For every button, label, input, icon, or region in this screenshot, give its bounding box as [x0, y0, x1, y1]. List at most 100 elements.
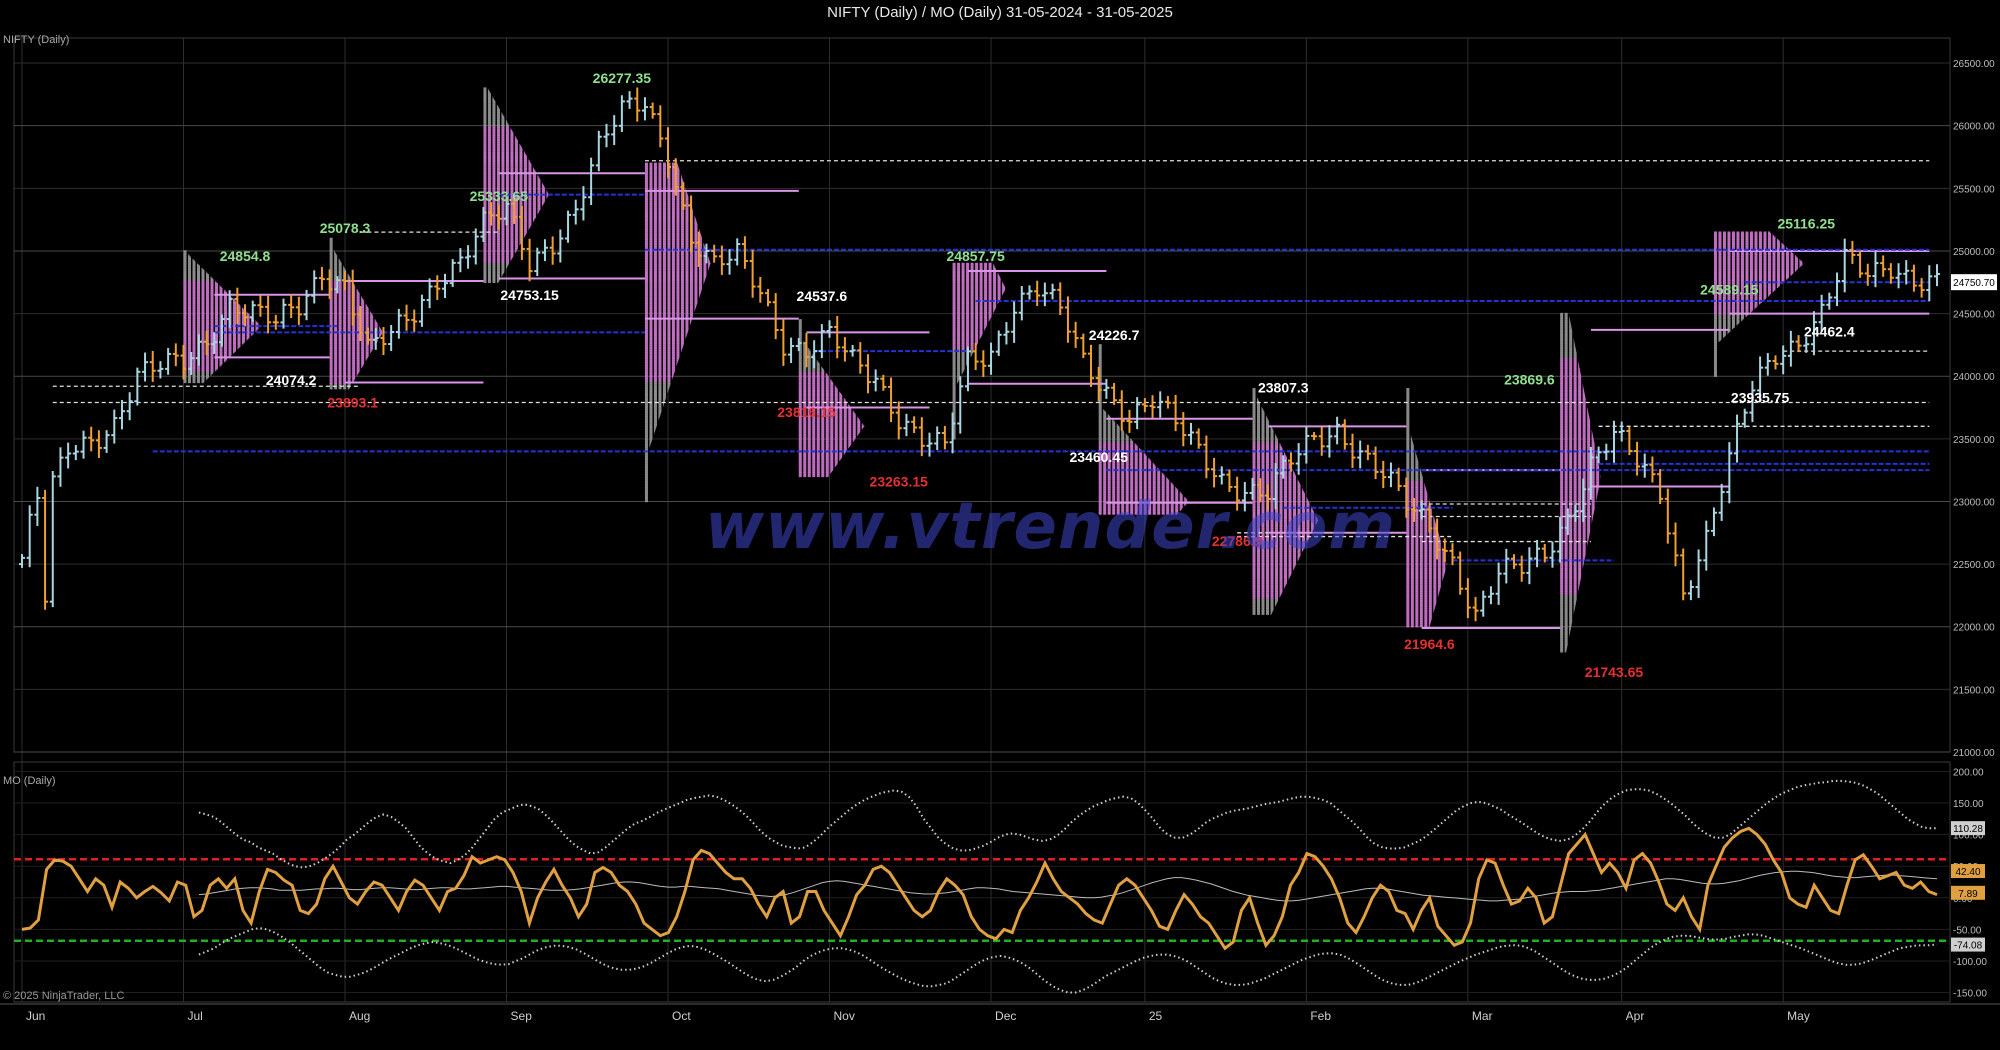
ohlc-bar [195, 334, 202, 366]
osc-value-label: 110.28 [1953, 824, 1983, 835]
ohlc-bar [1457, 551, 1464, 595]
ohlc-bar [80, 430, 87, 459]
ohlc-bar [441, 273, 448, 299]
y-tick-label: 22500.00 [1953, 560, 1995, 571]
ohlc-bar [172, 343, 179, 367]
ohlc-bar [1857, 250, 1864, 278]
ohlc-bar [1334, 416, 1341, 445]
ohlc-bar [1180, 412, 1187, 447]
price-annotation: 24537.6 [797, 288, 848, 304]
ohlc-bar [1226, 469, 1233, 493]
ohlc-bar [611, 115, 618, 146]
ohlc-bar [941, 425, 948, 450]
ohlc-bar [1049, 283, 1056, 300]
ohlc-bar [318, 266, 325, 291]
ohlc-bar [726, 249, 733, 275]
ohlc-bar [1341, 419, 1348, 450]
ohlc-bar [1511, 554, 1518, 569]
ohlc-bar [1003, 322, 1010, 345]
ohlc-bar [495, 204, 502, 230]
osc-lower-band [198, 927, 1938, 994]
ohlc-bar [811, 340, 818, 369]
ohlc-bar [741, 236, 748, 269]
ohlc-bar [1672, 522, 1679, 567]
osc-upper-band [198, 779, 1937, 869]
x-tick-label: Oct [672, 1009, 691, 1023]
ohlc-bar [465, 245, 472, 269]
ohlc-bar [411, 309, 418, 332]
ohlc-bar [1487, 586, 1494, 605]
price-annotation: 24462.4 [1804, 323, 1855, 339]
y-tick-label: 23000.00 [1953, 497, 1995, 508]
x-tick-label: Nov [834, 1009, 855, 1023]
ohlc-bar [757, 276, 764, 303]
ohlc-bar [1064, 296, 1071, 343]
ohlc-bar [641, 97, 648, 121]
y-tick-label: 26000.00 [1953, 122, 1995, 133]
ohlc-bar [618, 95, 625, 133]
ohlc-bar [1211, 457, 1218, 488]
ohlc-bar [95, 430, 102, 459]
ohlc-bar [311, 270, 318, 304]
ohlc-bar [1918, 278, 1925, 298]
ohlc-bar [418, 294, 425, 327]
price-annotation: 23816.15 [777, 404, 836, 420]
ohlc-bar [572, 199, 579, 225]
ohlc-bar [1395, 467, 1402, 491]
ohlc-bar [65, 442, 72, 469]
ohlc-bar [342, 271, 349, 291]
last-price-label: 24750.70 [1953, 278, 1995, 289]
ohlc-bar [1534, 540, 1541, 568]
ohlc-bar [565, 210, 572, 243]
x-tick-label: Jun [26, 1009, 45, 1023]
watermark: www.vtrender.com [705, 490, 1396, 564]
price-annotation: 24857.75 [946, 248, 1005, 264]
ohlc-bar [1172, 394, 1179, 432]
ohlc-bar [42, 489, 49, 610]
ohlc-bar [634, 87, 641, 122]
ohlc-bar [1111, 383, 1118, 405]
x-tick-label: Jul [188, 1009, 203, 1023]
ohlc-bar [864, 354, 871, 394]
ohlc-bar [1357, 440, 1364, 469]
ohlc-bar [1026, 285, 1033, 300]
ohlc-bar [872, 369, 879, 392]
ohlc-bar [1903, 260, 1910, 285]
x-tick-label: May [1787, 1009, 1810, 1023]
ohlc-bar [388, 325, 395, 352]
ohlc-bar [1480, 590, 1487, 617]
ohlc-bar [1157, 391, 1164, 418]
price-annotation: 21964.6 [1404, 636, 1455, 652]
ohlc-bar [1664, 488, 1671, 544]
ohlc-bar [772, 293, 779, 340]
ohlc-bar [849, 344, 856, 357]
price-annotation: 24589.15 [1700, 281, 1759, 297]
osc-tick-label: 200.00 [1953, 767, 1984, 778]
ohlc-bar [1787, 330, 1794, 367]
ohlc-bar [103, 430, 110, 453]
ohlc-bar [295, 296, 302, 325]
ohlc-bar [1741, 408, 1748, 428]
ohlc-bar [26, 505, 33, 568]
y-tick-label: 22000.00 [1953, 623, 1995, 634]
y-tick-label: 25500.00 [1953, 184, 1995, 195]
ohlc-bar [49, 470, 56, 608]
ohlc-bar [288, 294, 295, 319]
ohlc-bar [988, 342, 995, 375]
price-annotation: 23807.3 [1258, 379, 1309, 395]
ohlc-bar [649, 102, 656, 119]
ohlc-bar [1526, 547, 1533, 585]
ohlc-bar [1126, 409, 1133, 433]
y-tick-label: 24000.00 [1953, 372, 1995, 383]
price-annotation: 24226.7 [1089, 327, 1140, 343]
ohlc-bar [934, 426, 941, 451]
osc-value-label: 7.89 [1958, 889, 1978, 900]
ohlc-bar [557, 229, 564, 263]
ohlc-bar [711, 244, 718, 263]
ohlc-bar [826, 320, 833, 338]
ohlc-bar [1849, 241, 1856, 264]
ohlc-bar [118, 399, 125, 430]
ohlc-bar [1772, 355, 1779, 370]
ohlc-bar [818, 324, 825, 359]
ohlc-bar [1149, 395, 1156, 418]
